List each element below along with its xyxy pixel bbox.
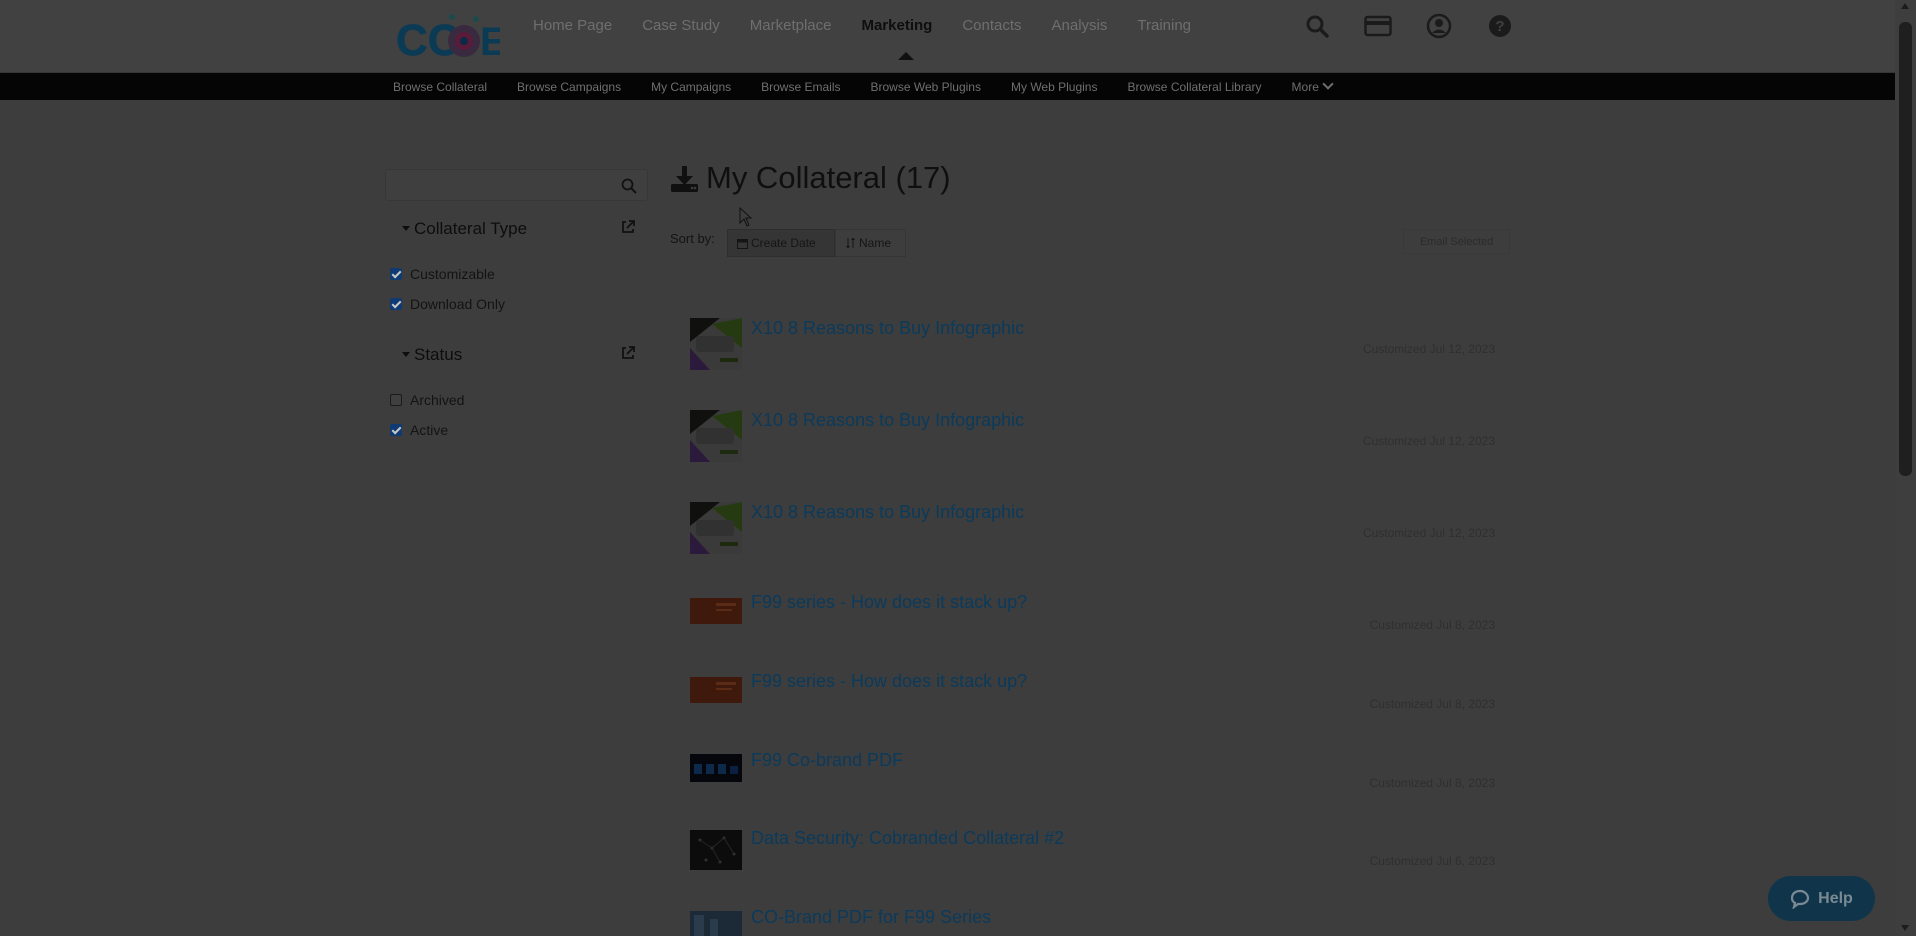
sort-create-date-button[interactable]: Create Date [727,229,835,257]
filter-customizable[interactable]: Customizable [390,266,495,282]
item-meta: Customized Jul 6, 2023 [1369,854,1495,868]
subnav-more-dropdown[interactable]: More [1291,78,1334,94]
download-icon [671,166,698,192]
chevron-down-icon [1322,78,1334,90]
chat-icon [1791,889,1810,909]
dark-pattern-thumbnail[interactable] [690,830,742,870]
item-title-link[interactable]: X10 8 Reasons to Buy Infographic [751,502,1024,523]
help-label: Help [1818,889,1853,907]
item-meta: Customized Jul 12, 2023 [1362,434,1495,448]
sort-name-button[interactable]: Name [835,229,906,257]
search-icon[interactable] [620,177,638,195]
sort-label: Sort by: [670,231,715,246]
nav-case-study[interactable]: Case Study [642,17,720,34]
dark-blue-document-thumbnail[interactable] [690,752,742,784]
orange-document-thumbnail[interactable] [690,594,742,628]
filter-download-only[interactable]: Download Only [390,296,505,312]
subnav-more-label: More [1291,80,1319,94]
mouse-cursor-icon [739,207,753,227]
calendar-icon [737,238,748,249]
subnav-browse-campaigns[interactable]: Browse Campaigns [517,80,621,94]
caret-down-icon [402,226,410,231]
nav-marketing[interactable]: Marketing [861,17,932,34]
caret-down-icon [402,352,410,357]
search-icon[interactable] [1303,12,1331,40]
subnav-my-campaigns[interactable]: My Campaigns [651,80,731,94]
item-title-link[interactable]: F99 series - How does it stack up? [751,592,1027,613]
infographic-thumbnail[interactable] [690,502,742,554]
item-title-link[interactable]: X10 8 Reasons to Buy Infographic [751,318,1024,339]
header-icons: ? [1303,12,1514,40]
external-link-icon[interactable] [620,219,636,235]
user-icon[interactable] [1425,12,1453,40]
item-meta: Customized Jul 12, 2023 [1362,526,1495,540]
item-title-link[interactable]: F99 Co-brand PDF [751,750,903,771]
filter-archived[interactable]: Archived [390,392,464,408]
item-title-link[interactable]: X10 8 Reasons to Buy Infographic [751,410,1024,431]
filter-archived-label: Archived [410,392,465,408]
filter-active[interactable]: Active [390,422,448,438]
nav-training[interactable]: Training [1137,17,1191,34]
scroll-up-arrow-icon[interactable] [1901,3,1909,9]
svg-text:E: E [480,20,500,64]
collateral-type-title: Collateral Type [414,219,528,238]
external-link-icon[interactable] [620,345,636,361]
email-selected-button[interactable]: Email Selected [1403,229,1510,254]
status-facet-toggle[interactable]: Status [402,345,462,365]
sort-name-label: Name [859,236,892,250]
svg-text:?: ? [1495,18,1504,35]
nav-analysis[interactable]: Analysis [1052,17,1108,34]
subnav-browse-emails[interactable]: Browse Emails [761,80,840,94]
collateral-type-facet-toggle[interactable]: Collateral Type [402,219,527,239]
page-title: My Collateral (17) [706,160,951,195]
item-title-link[interactable]: CO-Brand PDF for F99 Series [751,907,991,928]
filter-download-only-label: Download Only [410,296,505,312]
status-title: Status [414,345,463,364]
nav-home-page[interactable]: Home Page [533,17,612,34]
sort-icon [846,237,855,249]
infographic-thumbnail[interactable] [690,410,742,462]
checkbox-checked[interactable] [390,298,402,310]
infographic-thumbnail[interactable] [690,318,742,370]
top-header: CC E Home Page Case Study Marketplace Ma… [0,0,1895,73]
collateral-search-input[interactable] [385,169,648,201]
subnav-my-web-plugins[interactable]: My Web Plugins [1011,80,1097,94]
page-scrollbar[interactable] [1895,0,1916,936]
item-meta: Customized Jul 8, 2023 [1369,776,1495,790]
subnav-browse-collateral-library[interactable]: Browse Collateral Library [1127,80,1261,94]
subnav-browse-web-plugins[interactable]: Browse Web Plugins [870,80,981,94]
item-title-link[interactable]: F99 series - How does it stack up? [751,671,1027,692]
nav-marketplace[interactable]: Marketplace [750,17,832,34]
item-meta: Customized Jul 8, 2023 [1369,618,1495,632]
help-button[interactable]: Help [1768,876,1875,921]
filter-active-label: Active [410,422,449,438]
orange-document-thumbnail[interactable] [690,673,742,707]
item-title-link[interactable]: Data Security: Cobranded Collateral #2 [751,828,1064,849]
marketing-subnav: Browse Collateral Browse Campaigns My Ca… [0,73,1895,100]
checkbox-unchecked[interactable] [390,394,402,406]
scroll-down-arrow-icon[interactable] [1901,925,1909,931]
help-icon[interactable]: ? [1486,12,1514,40]
active-nav-caret [898,52,914,60]
item-meta: Customized Jul 12, 2023 [1362,342,1495,356]
credit-card-icon[interactable] [1364,12,1392,40]
checkbox-checked[interactable] [390,268,402,280]
scrollbar-thumb[interactable] [1899,22,1912,476]
item-meta: Customized Jul 8, 2023 [1369,697,1495,711]
filter-customizable-label: Customizable [410,266,495,282]
main-nav: Home Page Case Study Marketplace Marketi… [533,17,1221,34]
checkbox-checked[interactable] [390,424,402,436]
blue-document-thumbnail[interactable] [690,911,742,936]
ccme-logo[interactable]: CC E [394,11,500,67]
sort-create-date-label: Create Date [751,236,816,250]
nav-contacts[interactable]: Contacts [962,17,1021,34]
subnav-browse-collateral[interactable]: Browse Collateral [393,80,487,94]
